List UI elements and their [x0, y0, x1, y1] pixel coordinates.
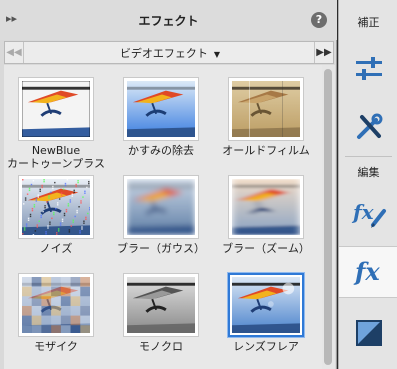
effect-preview-image	[127, 179, 195, 235]
effect-preview-image	[127, 81, 195, 137]
effect-thumbnail[interactable]	[123, 273, 199, 337]
effects-panel: ▸▸ エフェクト ? ◀◀ ビデオエフェクト ▼ ▶▶ NewBlue カートゥーン…	[0, 0, 337, 369]
effect-thumbnail[interactable]	[228, 77, 304, 141]
transition-icon	[355, 320, 382, 346]
edit-section-label: 編集	[357, 166, 380, 179]
effect-thumbnail[interactable]	[228, 273, 304, 337]
panel-header: ▸▸ エフェクト ?	[0, 0, 337, 40]
effect-tile[interactable]: かすみの除去	[111, 77, 211, 175]
transition-button[interactable]	[339, 308, 397, 358]
scrollbar-thumb[interactable]	[324, 69, 332, 365]
effect-label: ブラー（ガウス）	[117, 242, 205, 255]
effect-tile[interactable]: ブラー（ズーム）	[216, 175, 316, 273]
effect-label: ノイズ	[39, 242, 73, 255]
effect-preview-image	[22, 277, 90, 333]
effect-tile[interactable]: NewBlue カートゥーンプラス	[6, 77, 106, 175]
effect-tile[interactable]: オールドフィルム	[216, 77, 316, 175]
right-toolbar: 補正 編集 fx fx	[338, 0, 397, 369]
effect-label: ブラー（ズーム）	[222, 242, 310, 255]
effect-label: モノクロ	[139, 340, 183, 353]
effect-tile[interactable]: モノクロ	[111, 273, 211, 369]
adjust-sliders-icon	[355, 57, 382, 80]
effect-thumbnail[interactable]	[123, 175, 199, 239]
adjust-section-label: 補正	[357, 16, 380, 29]
effect-tile[interactable]: レンズフレア	[216, 273, 316, 369]
effect-thumbnail[interactable]	[228, 175, 304, 239]
effect-tile[interactable]: モザイク	[6, 273, 106, 369]
svg-text:fx: fx	[353, 257, 380, 286]
svg-text:fx: fx	[351, 200, 375, 224]
help-icon[interactable]: ?	[311, 12, 327, 28]
effect-preview-image	[127, 277, 195, 333]
category-selector-bar: ◀◀ ビデオエフェクト ▼ ▶▶	[4, 41, 334, 64]
effect-tile[interactable]: ブラー（ガウス）	[111, 175, 211, 273]
effect-label: かすみの除去	[128, 144, 194, 157]
effect-preview-image	[232, 277, 300, 333]
category-dropdown-value: ビデオエフェクト	[119, 47, 208, 60]
effect-preview-image	[232, 179, 300, 235]
effect-thumbnail[interactable]	[18, 77, 94, 141]
effect-label: モザイク	[34, 340, 78, 353]
toolbar-divider	[345, 156, 392, 157]
effect-label: NewBlue	[31, 144, 81, 157]
fx-edit-button[interactable]: fx	[339, 188, 397, 238]
fx-icon: fx	[353, 257, 380, 286]
next-category-button[interactable]: ▶▶	[314, 42, 333, 63]
tools-icon	[356, 113, 382, 139]
scrollbar[interactable]	[322, 65, 335, 369]
effect-thumbnail[interactable]	[18, 273, 94, 337]
effect-preview-image	[22, 81, 90, 137]
effect-thumbnail[interactable]	[123, 77, 199, 141]
effects-grid: NewBlue カートゥーンプラス かすみの除去 オールドフィルム ノイズ ブラ…	[4, 65, 322, 369]
effect-preview-image	[232, 81, 300, 137]
effect-label: カートゥーンプラス	[7, 157, 105, 170]
chevron-down-icon: ▼	[213, 50, 221, 59]
previous-category-button[interactable]: ◀◀	[5, 42, 24, 63]
fx-button[interactable]: fx	[339, 246, 397, 298]
panel-title: エフェクト	[138, 14, 199, 28]
effect-preview-image	[22, 179, 90, 235]
effect-label: レンズフレア	[233, 340, 299, 353]
effect-tile[interactable]: ノイズ	[6, 175, 106, 273]
effect-label: オールドフィルム	[222, 144, 310, 157]
effect-thumbnail[interactable]	[18, 175, 94, 239]
tools-button[interactable]	[339, 102, 397, 152]
adjust-button[interactable]	[339, 44, 397, 94]
category-dropdown[interactable]: ビデオエフェクト ▼	[105, 45, 235, 61]
fx-edit-icon: fx	[351, 200, 386, 228]
